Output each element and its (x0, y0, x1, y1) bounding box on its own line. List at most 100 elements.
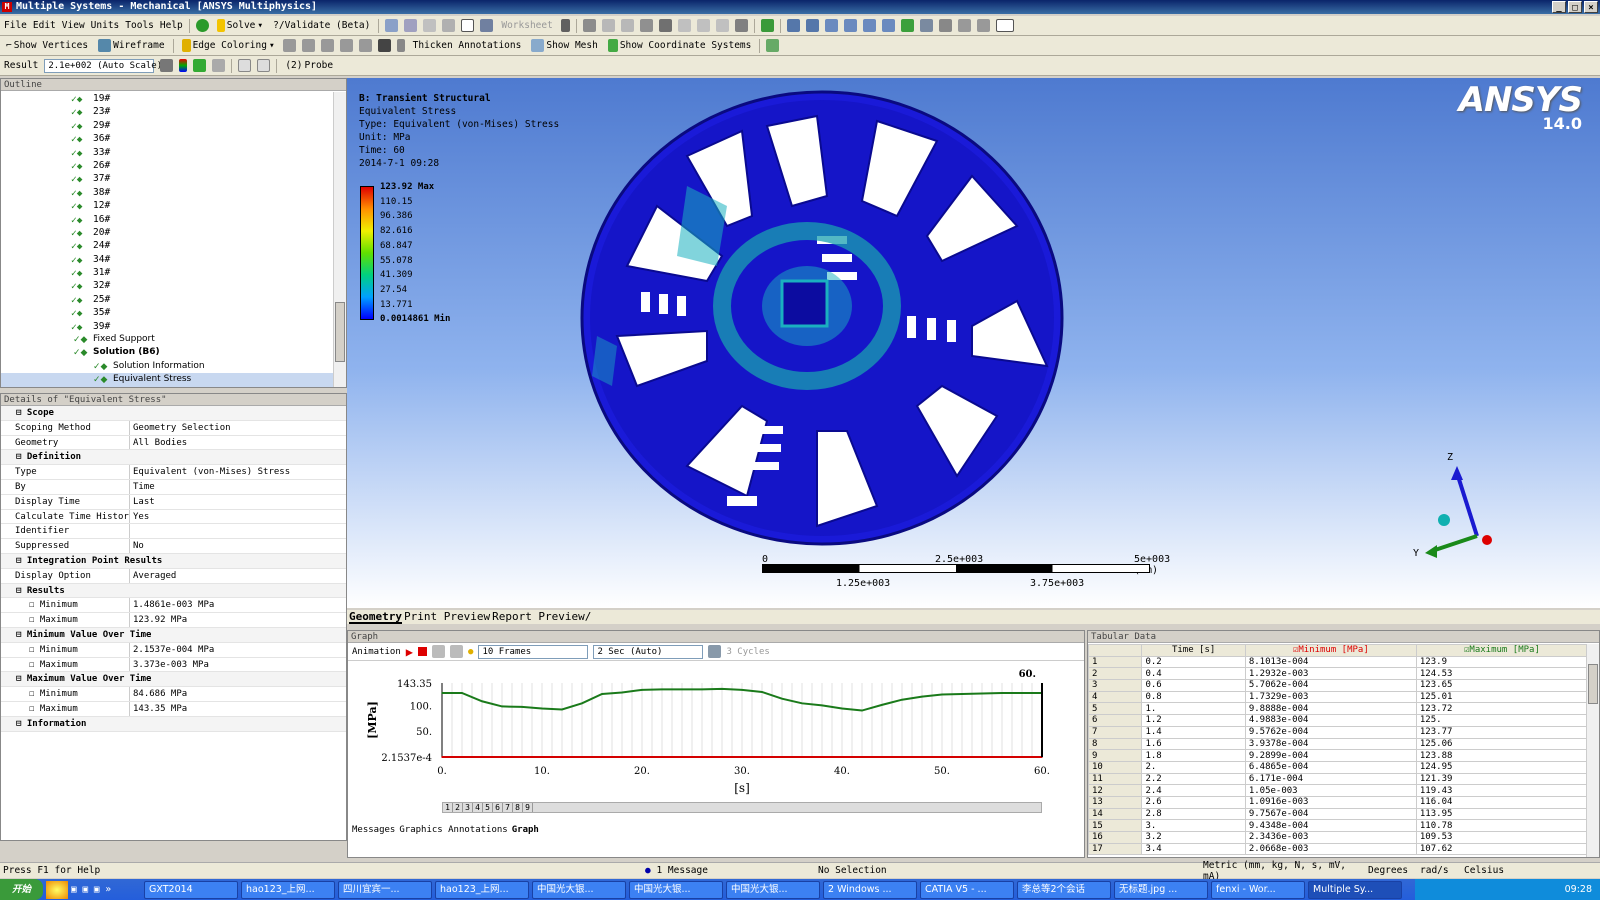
show-mesh-button[interactable]: Show Mesh (529, 39, 599, 52)
thicken-icon[interactable] (396, 39, 405, 52)
angle-units[interactable]: Degrees (1368, 865, 1420, 876)
box-icon[interactable] (766, 39, 780, 52)
taskbar-item[interactable]: fenxi - Wor... (1211, 880, 1306, 899)
taskbar-item[interactable]: 四川宜宾一... (338, 880, 433, 899)
cutterhead-model[interactable] (577, 86, 1067, 556)
collapse-icon[interactable]: ⊟ (16, 586, 27, 596)
table-row[interactable]: 1 0.2 8.1013e-004 123.9 (1087, 655, 1589, 669)
zoom-in-icon[interactable] (900, 19, 914, 32)
tree-item[interactable]: ✓◆ 29# (1, 119, 334, 132)
tree-item-solution-information[interactable]: ✓◆ Solution Information (1, 360, 334, 373)
taskbar-item[interactable]: 李总等2个会话 (1017, 880, 1112, 899)
tree-item[interactable]: ✓◆ 32# (1, 279, 334, 292)
iso-icon[interactable] (938, 19, 952, 32)
time-history-chart[interactable]: 0. 10. 20. 30. 40. 50. 60. 143.35 100. 50. 2.1537e… (348, 663, 1084, 823)
table-row[interactable]: 16 3.2 2.3436e-003 109.53 (1087, 831, 1589, 844)
checkbox-icon[interactable]: ☐ (29, 660, 40, 670)
tree-item[interactable]: ✓◆ 36# (1, 132, 334, 145)
thicken-annotations-button[interactable]: Thicken Annotations (411, 40, 524, 51)
menu-file[interactable]: File (4, 20, 27, 31)
taskbar-item[interactable]: CATIA V5 - ... (920, 880, 1015, 899)
tree-item[interactable]: ✓◆ 35# (1, 306, 334, 319)
play-icon[interactable]: ▶ (406, 645, 413, 659)
details-row[interactable]: Identifier (1, 524, 346, 540)
tree-item-equivalent-stress[interactable]: ✓◆ Equivalent Stress (1, 373, 334, 387)
show-vertices-button[interactable]: ⌐ Show Vertices (4, 40, 90, 51)
tree-item[interactable]: ✓◆ 37# (1, 172, 334, 185)
details-section[interactable]: ⊟ Integration Point Results (1, 553, 346, 569)
details-section[interactable]: ⊟ Minimum Value Over Time (1, 627, 346, 643)
worksheet-button[interactable]: Worksheet (499, 20, 554, 31)
details-row[interactable]: Display Time Last (1, 494, 346, 510)
magnifier-icon[interactable] (881, 19, 895, 32)
details-row[interactable]: ☐ Minimum 2.1537e-004 MPa (1, 642, 346, 658)
taskbar-item[interactable]: 中国光大银... (629, 880, 724, 899)
viewport-layout-icon[interactable] (995, 19, 1014, 32)
tab-report-preview[interactable]: Report Preview/ (492, 610, 591, 624)
text-icon[interactable] (461, 19, 475, 32)
close-button[interactable]: × (1584, 1, 1598, 13)
next-view-icon[interactable] (976, 19, 990, 32)
table-row[interactable]: 8 1.6 3.9378e-004 125.06 (1087, 737, 1589, 751)
frame-marker[interactable]: 3 (463, 803, 473, 812)
body-icon[interactable] (734, 19, 748, 32)
frame-marker[interactable]: 2 (453, 803, 463, 812)
taskbar-item[interactable]: 中国光大银... (726, 880, 821, 899)
table-header-minimum[interactable]: ☑Minimum [MPa] (1244, 644, 1417, 657)
min-label-icon[interactable] (257, 59, 271, 72)
geometry-display-icon[interactable] (160, 59, 174, 72)
collapse-icon[interactable]: ⊟ (16, 452, 27, 462)
tree-item[interactable]: ✓◆ 16# (1, 213, 334, 226)
frame-strip[interactable]: 123456789 (442, 802, 1042, 813)
taskbar-item[interactable]: 无标题.jpg ... (1114, 880, 1209, 899)
tree-item[interactable]: ✓◆ 23# (1, 105, 334, 118)
temperature-units[interactable]: Celsius (1464, 865, 1504, 876)
table-row[interactable]: 3 0.6 5.7062e-004 123.65 (1087, 679, 1589, 692)
menu-view[interactable]: View (62, 20, 85, 31)
taskbar-item[interactable]: 2 Windows ... (823, 880, 918, 899)
details-section[interactable]: ⊟ Results (1, 583, 346, 599)
table-row[interactable]: 10 2. 6.4865e-004 124.95 (1087, 760, 1589, 774)
tree-item-fixed-support[interactable]: ✓◆ Fixed Support (1, 333, 334, 346)
collapse-icon[interactable]: ⊟ (16, 674, 27, 684)
zoom-out-icon[interactable] (919, 19, 933, 32)
select-edge-icon[interactable] (620, 19, 634, 32)
details-row[interactable]: Type Equivalent (von-Mises) Stress (1, 465, 346, 480)
details-row[interactable]: ☐ Maximum 123.92 MPa (1, 613, 346, 628)
quick-launch-icon[interactable] (46, 880, 69, 899)
menu-edit[interactable]: Edit (33, 20, 56, 31)
checkbox-icon[interactable]: ☐ (29, 704, 40, 714)
edge-thin-icon[interactable] (320, 39, 334, 52)
extend-limits-icon[interactable] (715, 19, 729, 32)
details-row[interactable]: Display Option Averaged (1, 568, 346, 584)
table-row[interactable]: 13 2.6 1.0916e-003 116.04 (1087, 795, 1589, 809)
collapse-icon[interactable]: ⊟ (16, 719, 27, 729)
property-value[interactable]: Equivalent (von-Mises) Stress (130, 465, 346, 479)
edge-display-icon[interactable] (282, 39, 296, 52)
max-label-icon[interactable] (238, 59, 252, 72)
quick-launch-area[interactable]: ▣ ▣ ▣ » (71, 884, 141, 895)
messages-status[interactable]: ● 1 Message (645, 865, 818, 876)
table-row[interactable]: 9 1.8 9.2899e-004 123.88 (1087, 749, 1589, 762)
property-value[interactable]: 84.686 MPa (130, 687, 346, 701)
check-icon[interactable] (195, 19, 209, 32)
frame-marker[interactable]: 1 (443, 803, 453, 812)
menu-help[interactable]: Help (160, 20, 183, 31)
start-button[interactable]: 开始 (0, 879, 44, 900)
tab-print-preview[interactable]: Print Preview (404, 610, 490, 624)
details-row[interactable]: Suppressed No (1, 539, 346, 554)
table-row[interactable]: 6 1.2 4.9883e-004 125. (1087, 714, 1589, 727)
minimize-button[interactable]: _ (1552, 1, 1566, 13)
property-value[interactable]: Averaged (130, 569, 346, 583)
property-value[interactable]: 123.92 MPa (130, 613, 346, 627)
taskbar-item[interactable]: hao123_上网... (241, 880, 336, 899)
table-row[interactable]: 14 2.8 9.7567e-004 113.95 (1087, 807, 1589, 821)
contour-icon[interactable] (179, 59, 188, 72)
restore-button[interactable]: □ (1568, 1, 1582, 13)
scroll-thumb[interactable] (1588, 664, 1598, 704)
table-row[interactable]: 11 2.2 6.171e-004 121.39 (1087, 772, 1589, 786)
view-icon[interactable] (480, 19, 494, 32)
tree-item[interactable]: ✓◆ 24# (1, 239, 334, 252)
property-value[interactable]: No (130, 539, 346, 553)
checkbox-icon[interactable]: ☐ (29, 600, 40, 610)
